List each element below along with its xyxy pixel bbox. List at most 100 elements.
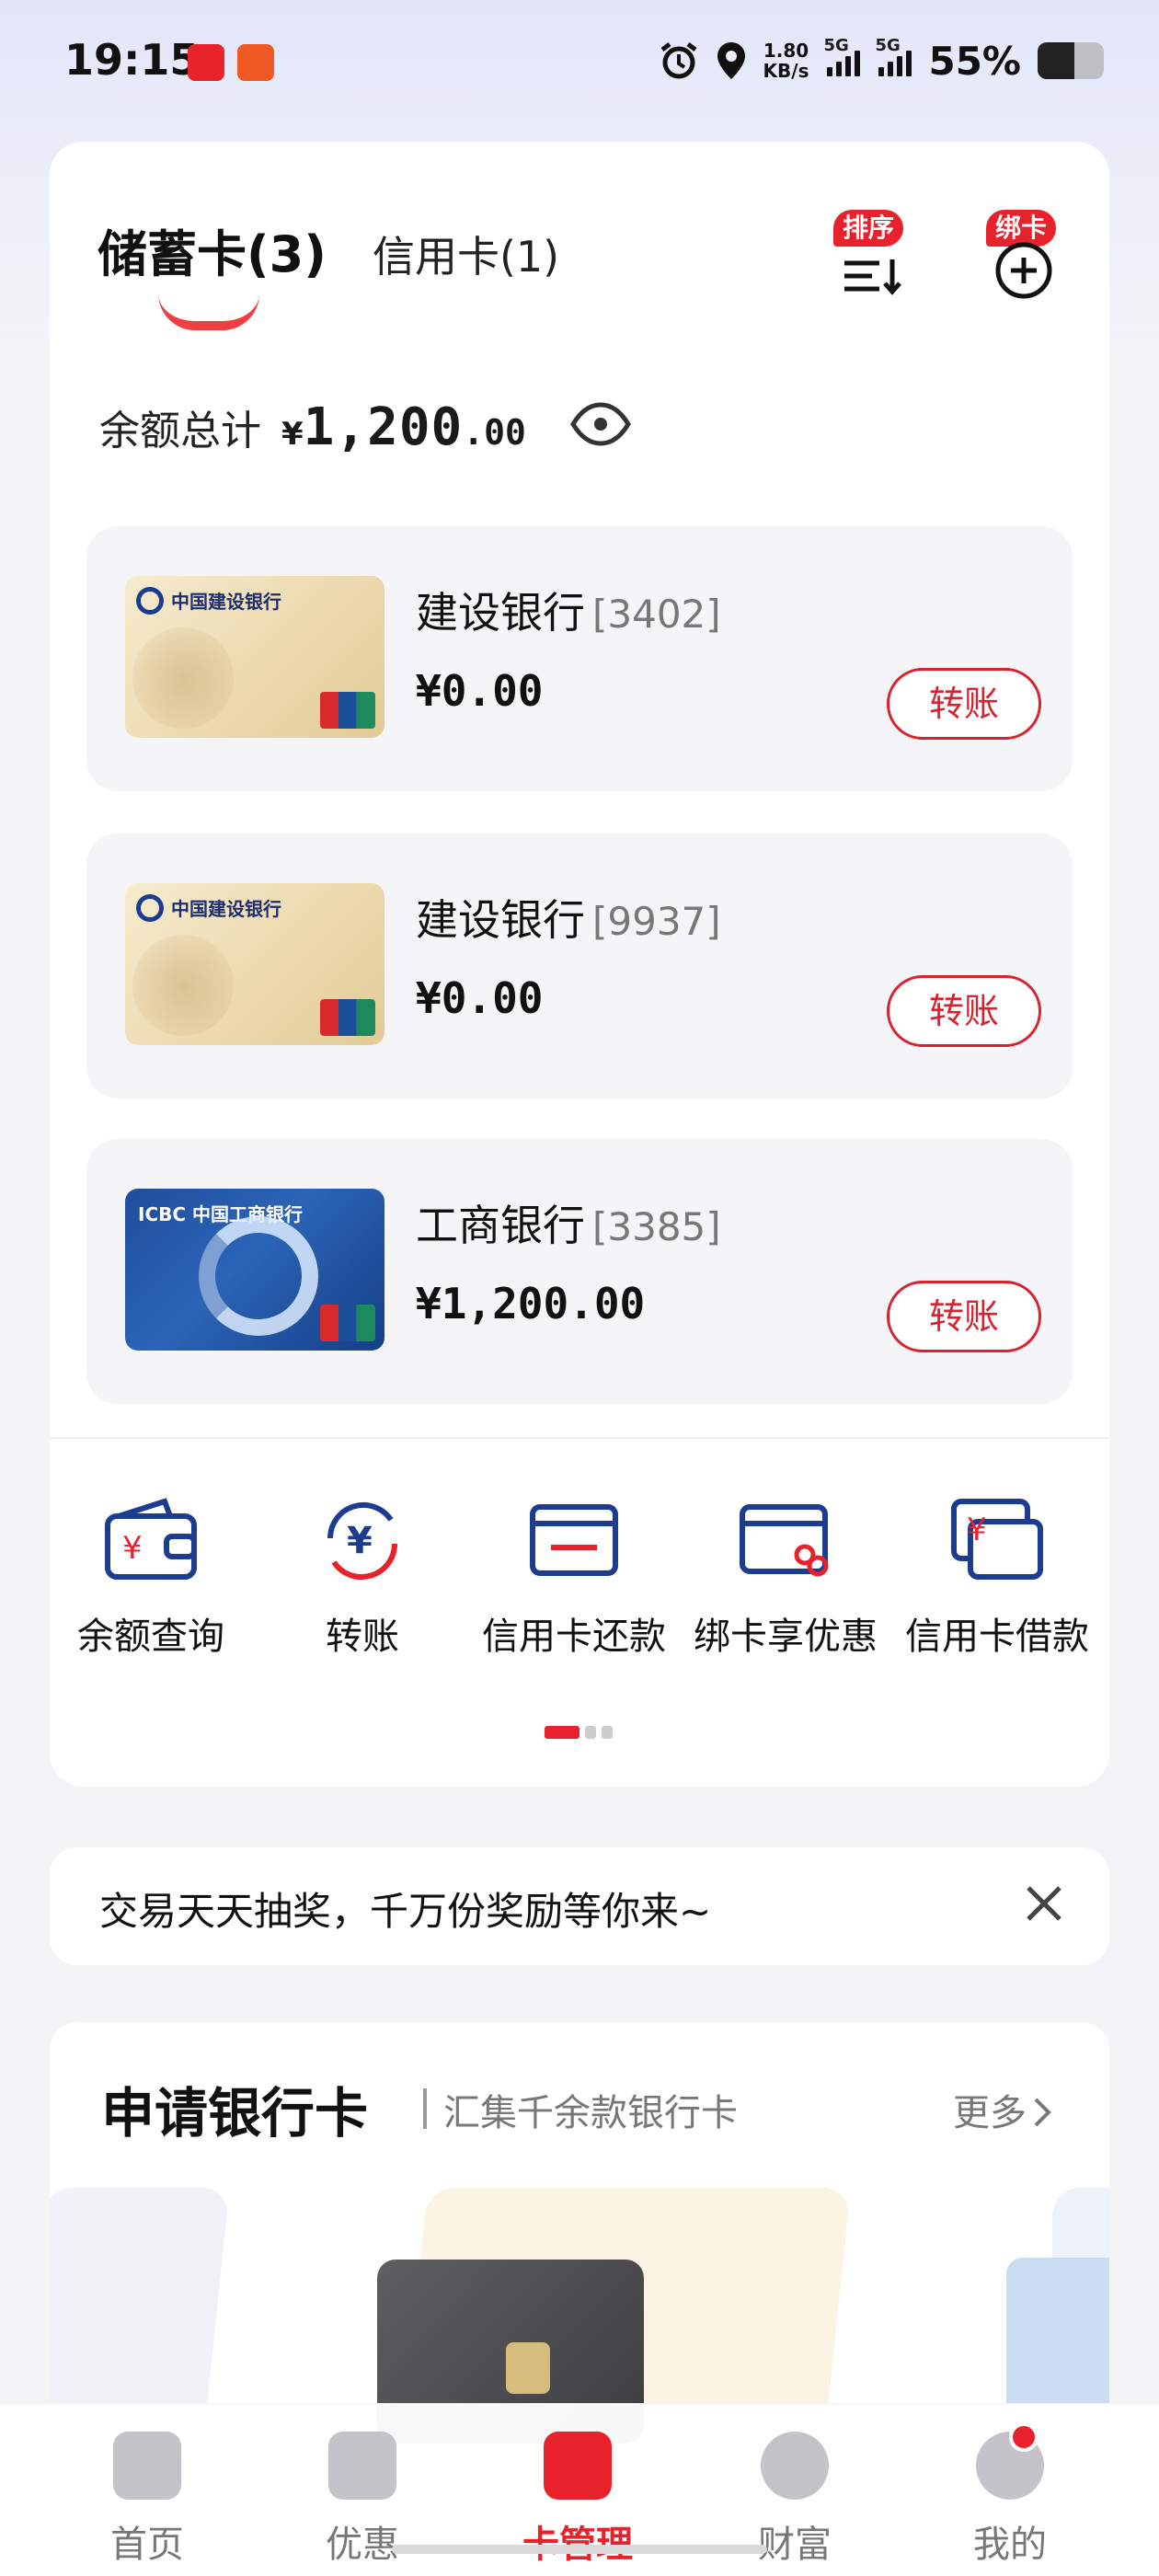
status-bar: 19:15 1.80 KB/s 5G 5G 55% xyxy=(0,0,1159,129)
total-balance-label: 余额总计 xyxy=(99,408,261,454)
bind-card-icon xyxy=(740,1504,829,1577)
tab-profile[interactable]: 我的 xyxy=(936,2422,1084,2568)
ccb-logo-icon xyxy=(136,587,164,615)
dragon-pattern xyxy=(132,935,234,1036)
quick-action-label: 余额查询 xyxy=(77,1616,224,1658)
card-icon xyxy=(544,2432,612,2500)
app-notification-icon xyxy=(188,44,224,81)
unionpay-logo xyxy=(320,1305,375,1341)
account-number: [9937] xyxy=(592,899,721,944)
page-indicator xyxy=(545,1726,613,1739)
card-chip xyxy=(506,2342,550,2394)
wallet-icon: ¥ xyxy=(105,1498,197,1580)
tab-label: 首页 xyxy=(110,2524,184,2566)
account-card-row[interactable]: ICBC 中国工商银行 工商银行 [3385] ¥1,200.00 转账 xyxy=(86,1139,1073,1404)
profile-icon xyxy=(976,2422,1044,2500)
page-dot xyxy=(585,1726,596,1739)
svg-text:¥: ¥ xyxy=(347,1520,373,1562)
bind-card-button[interactable]: 绑卡 xyxy=(986,210,1069,302)
battery-level xyxy=(1038,42,1074,79)
card-bank-label: 中国建设银行 xyxy=(171,591,281,613)
quick-action-repay[interactable]: 信用卡还款 xyxy=(473,1494,675,1660)
more-link[interactable]: 更多 xyxy=(953,2083,1054,2136)
page-dot-active xyxy=(545,1726,580,1739)
title-separator xyxy=(423,2088,427,2129)
section-title: 申请银行卡 xyxy=(101,2082,369,2145)
quick-action-loan[interactable]: ¥ 信用卡借款 xyxy=(896,1494,1098,1660)
ccb-card-image: 中国建设银行 xyxy=(125,883,384,1045)
notification-dot xyxy=(1009,2422,1039,2452)
card-management-panel: 储蓄卡(3) 信用卡(1) 排序 绑卡 余额总计 ¥ 1,200 .00 中国建… xyxy=(50,142,1109,1787)
account-number: [3385] xyxy=(592,1204,721,1249)
card-loan-icon: ¥ xyxy=(951,1499,1043,1580)
account-number: [3402] xyxy=(592,592,721,637)
divider xyxy=(50,1437,1109,1439)
account-card-row[interactable]: 中国建设银行 建设银行 [9937] ¥0.00 转账 xyxy=(86,834,1073,1098)
home-icon xyxy=(113,2432,181,2500)
signal-5g-2-icon: 5G xyxy=(875,36,912,76)
app-notification-icon xyxy=(237,44,274,81)
icbc-card-image: ICBC 中国工商银行 xyxy=(125,1189,384,1351)
total-amount: 1,200 xyxy=(303,397,464,457)
total-balance: 余额总计 ¥ 1,200 .00 xyxy=(99,397,526,457)
transfer-icon: ¥ xyxy=(327,1501,398,1581)
battery-percent: 55% xyxy=(928,38,1021,84)
tab-debit[interactable]: 储蓄卡(3) xyxy=(98,213,327,286)
quick-action-bind-card[interactable]: 绑卡享优惠 xyxy=(684,1494,887,1660)
quick-action-label: 转账 xyxy=(326,1616,399,1658)
battery-icon xyxy=(1038,42,1104,79)
sort-badge: 排序 xyxy=(833,210,904,247)
account-balance: ¥0.00 xyxy=(416,666,544,716)
icbc-e-logo xyxy=(199,1216,318,1336)
sort-button[interactable]: 排序 xyxy=(833,210,916,302)
account-balance: ¥0.00 xyxy=(416,973,544,1023)
tab-label: 我的 xyxy=(973,2524,1047,2566)
chevron-right-icon xyxy=(1034,2098,1051,2127)
tab-label: 财富 xyxy=(758,2524,832,2566)
alarm-icon xyxy=(660,42,697,79)
tab-credit[interactable]: 信用卡(1) xyxy=(373,224,559,284)
quick-action-label: 信用卡借款 xyxy=(905,1616,1089,1658)
card-bank-label: 中国建设银行 xyxy=(171,898,281,920)
coupon-icon xyxy=(328,2432,396,2500)
total-currency: ¥ xyxy=(281,416,304,453)
active-tab-indicator xyxy=(158,293,259,330)
card-repay-icon xyxy=(530,1504,618,1576)
quick-action-label: 绑卡享优惠 xyxy=(694,1616,878,1658)
tab-label: 卡管理 xyxy=(504,2514,651,2568)
transfer-button[interactable]: 转账 xyxy=(887,1281,1041,1352)
tab-home[interactable]: 首页 xyxy=(74,2432,221,2568)
eye-icon[interactable] xyxy=(570,401,631,447)
location-icon xyxy=(717,42,745,79)
quick-action-transfer[interactable]: ¥ 转账 xyxy=(261,1494,464,1660)
ccb-card-image: 中国建设银行 xyxy=(125,576,384,738)
account-card-row[interactable]: 中国建设银行 建设银行 [3402] ¥0.00 转账 xyxy=(86,526,1073,791)
wealth-icon xyxy=(761,2432,829,2500)
account-bank: 工商银行 [3385] xyxy=(416,1201,721,1250)
add-circle-icon xyxy=(995,242,1052,299)
unionpay-logo xyxy=(320,999,375,1036)
status-time: 19:15 xyxy=(64,35,200,85)
svg-text:¥: ¥ xyxy=(967,1512,987,1548)
account-bank: 建设银行 [9937] xyxy=(416,895,721,945)
account-balance: ¥1,200.00 xyxy=(416,1279,646,1328)
sort-icon xyxy=(844,259,901,295)
home-indicator xyxy=(392,2545,767,2554)
unionpay-logo xyxy=(320,692,375,729)
transfer-button[interactable]: 转账 xyxy=(887,975,1041,1047)
ccb-logo-icon xyxy=(136,894,164,922)
transfer-button[interactable]: 转账 xyxy=(887,668,1041,740)
page-dot xyxy=(602,1726,613,1739)
network-speed: 1.80 KB/s xyxy=(763,40,809,82)
promo-banner[interactable]: 交易天天抽奖，千万份奖励等你来~ xyxy=(50,1847,1109,1965)
quick-action-balance[interactable]: ¥ 余额查询 xyxy=(50,1494,252,1660)
tab-label: 优惠 xyxy=(326,2524,399,2566)
card-type-tabs: 储蓄卡(3) 信用卡(1) xyxy=(98,213,559,286)
close-icon[interactable] xyxy=(1021,1880,1067,1926)
dragon-pattern xyxy=(132,627,234,729)
account-bank: 建设银行 [3402] xyxy=(416,588,721,638)
section-subtitle: 汇集千余款银行卡 xyxy=(443,2092,738,2134)
total-amount-decimal: .00 xyxy=(463,412,526,453)
svg-text:¥: ¥ xyxy=(122,1530,143,1567)
signal-5g-1-icon: 5G xyxy=(823,36,861,76)
